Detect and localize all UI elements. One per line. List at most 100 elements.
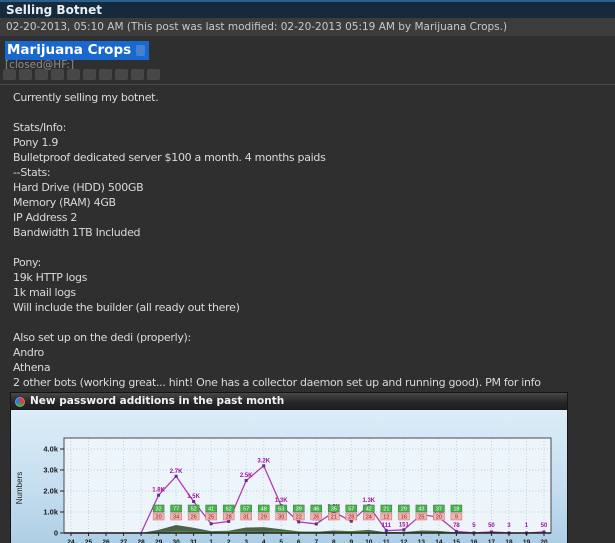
- svg-text:4: 4: [262, 539, 266, 543]
- reputation-badge: [19, 69, 32, 80]
- svg-text:1.8K: 1.8K: [152, 488, 165, 494]
- pie-chart-icon: [15, 396, 25, 407]
- svg-text:2.7K: 2.7K: [170, 469, 183, 475]
- svg-text:30: 30: [278, 515, 284, 521]
- svg-text:6: 6: [297, 539, 301, 543]
- post-text-line: Pony 1.9: [13, 136, 59, 149]
- svg-text:39: 39: [296, 507, 302, 513]
- svg-text:4.0k: 4.0k: [43, 445, 58, 454]
- post-text-line: Currently selling my botnet.: [13, 91, 159, 104]
- svg-text:57: 57: [348, 507, 354, 513]
- chart-title: New password additions in the past month: [30, 395, 285, 407]
- svg-text:12: 12: [400, 539, 408, 543]
- svg-text:1: 1: [209, 539, 213, 543]
- svg-text:26: 26: [191, 515, 197, 521]
- svg-text:18: 18: [505, 539, 513, 543]
- post-text-line: Bulletproof dedicated server $100 a mont…: [13, 151, 326, 164]
- thread-title: Selling Botnet: [6, 3, 102, 17]
- svg-text:30: 30: [172, 539, 180, 543]
- reputation-badge: [115, 69, 128, 80]
- reputation-badge: [51, 69, 64, 80]
- svg-text:26: 26: [313, 515, 319, 521]
- svg-text:16: 16: [401, 515, 407, 521]
- svg-text:Numbers: Numbers: [15, 472, 24, 504]
- svg-text:15: 15: [453, 539, 461, 543]
- post-text-line: Hard Drive (HDD) 500GB: [13, 181, 144, 194]
- svg-text:13: 13: [418, 539, 426, 543]
- svg-text:42: 42: [366, 507, 372, 513]
- svg-text:41: 41: [208, 507, 214, 513]
- svg-text:22: 22: [296, 515, 302, 521]
- svg-text:25: 25: [418, 515, 424, 521]
- post-text-line: Athena: [13, 361, 51, 374]
- chart-header: New password additions in the past month: [11, 393, 567, 410]
- svg-text:29: 29: [401, 507, 407, 513]
- reputation-badge: [3, 69, 16, 80]
- svg-text:3: 3: [244, 539, 248, 543]
- svg-text:50: 50: [488, 523, 495, 529]
- svg-text:11: 11: [383, 539, 390, 543]
- svg-text:3.2K: 3.2K: [257, 458, 270, 464]
- post-text-line: Stats/Info:: [13, 121, 67, 134]
- svg-text:18: 18: [453, 507, 459, 513]
- author-username-text: Marijuana Crops: [7, 42, 132, 58]
- post-divider: [0, 84, 615, 85]
- svg-text:9: 9: [455, 515, 458, 521]
- svg-text:31: 31: [190, 539, 198, 543]
- svg-text:3.0k: 3.0k: [43, 466, 58, 475]
- post-text-line: Bandwidth 1TB Included: [13, 226, 141, 239]
- svg-text:21: 21: [383, 507, 389, 513]
- svg-text:20: 20: [436, 515, 442, 521]
- svg-text:1.0k: 1.0k: [43, 508, 58, 517]
- svg-text:2.0k: 2.0k: [43, 487, 58, 496]
- svg-text:46: 46: [313, 507, 319, 513]
- post-text-line: Andro: [13, 346, 44, 359]
- svg-text:37: 37: [436, 507, 442, 513]
- post-timestamp: 02-20-2013, 05:10 AM (This post was last…: [6, 21, 508, 33]
- svg-text:9: 9: [349, 539, 353, 543]
- post-text-line: Will include the builder (all ready out …: [13, 301, 240, 314]
- svg-text:10: 10: [365, 539, 373, 543]
- post-text-line: Also set up on the dedi (properly):: [13, 331, 191, 344]
- post-body: Currently selling my botnet. Stats/Info:…: [13, 90, 611, 390]
- svg-text:21: 21: [331, 515, 337, 521]
- svg-text:78: 78: [453, 523, 460, 529]
- svg-text:12: 12: [383, 515, 389, 521]
- post-text-line: Memory (RAM) 4GB: [13, 196, 116, 209]
- svg-text:77: 77: [173, 507, 179, 513]
- svg-text:151: 151: [399, 522, 410, 528]
- svg-text:5: 5: [279, 539, 283, 543]
- svg-text:25: 25: [208, 515, 214, 521]
- svg-text:24: 24: [67, 539, 75, 543]
- svg-text:1.3K: 1.3K: [275, 498, 288, 504]
- post-text-line: [13, 105, 611, 120]
- svg-text:63: 63: [278, 507, 284, 513]
- svg-text:7: 7: [314, 539, 318, 543]
- svg-text:111: 111: [382, 523, 392, 529]
- thread-title-bar: Selling Botnet: [0, 0, 615, 18]
- svg-text:34: 34: [173, 515, 179, 521]
- svg-text:1.5K: 1.5K: [187, 494, 200, 500]
- svg-text:43: 43: [418, 507, 424, 513]
- svg-text:27: 27: [120, 539, 128, 543]
- svg-text:50: 50: [541, 523, 548, 529]
- svg-text:52: 52: [191, 507, 197, 513]
- svg-text:26: 26: [102, 539, 110, 543]
- svg-text:17: 17: [488, 539, 496, 543]
- user-status-icon: [136, 44, 146, 56]
- author-username[interactable]: Marijuana Crops: [5, 41, 150, 60]
- svg-text:20: 20: [156, 515, 162, 521]
- post-text-line: --Stats:: [13, 166, 51, 179]
- reputation-badge: [147, 69, 160, 80]
- svg-text:20: 20: [540, 539, 548, 543]
- reputation-badge: [67, 69, 80, 80]
- reputation-badge: [99, 69, 112, 80]
- svg-text:2.5K: 2.5K: [240, 473, 253, 479]
- password-additions-chart: 0 1.0k 2.0k 3.0k 4.0k Numbers 1.8K 2.7K 1.5K 4 41 5…: [15, 437, 552, 543]
- svg-text:48: 48: [261, 507, 267, 513]
- forum-page: Selling Botnet 02-20-2013, 05:10 AM (Thi…: [0, 0, 615, 543]
- reputation-badge: [131, 69, 144, 80]
- post-text-line: 19k HTTP logs: [13, 271, 88, 284]
- svg-text:57: 57: [243, 507, 249, 513]
- svg-text:1.3K: 1.3K: [362, 498, 375, 504]
